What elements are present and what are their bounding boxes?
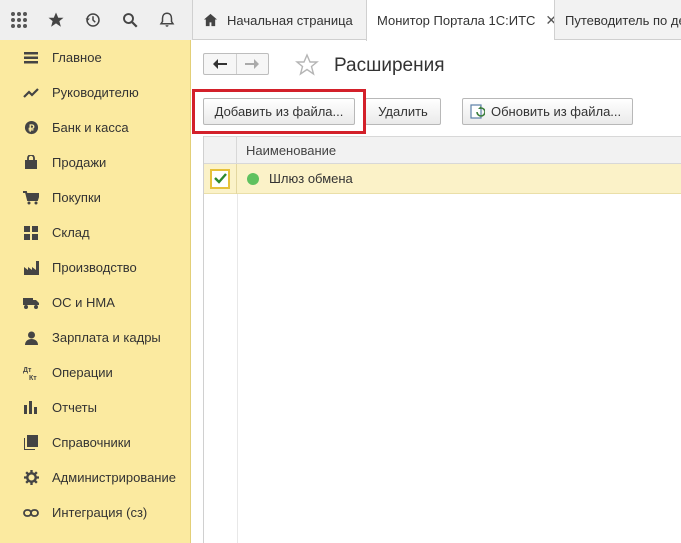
sidebar-item-label: Производство bbox=[52, 260, 137, 275]
svg-text:₽: ₽ bbox=[28, 123, 34, 133]
home-icon bbox=[203, 13, 218, 27]
tab-home[interactable]: Начальная страница bbox=[192, 0, 366, 40]
tab-label: Путеводитель по де bbox=[565, 12, 681, 28]
highlight-frame bbox=[192, 89, 366, 134]
bar-chart-icon bbox=[22, 399, 40, 417]
sidebar-item-manager[interactable]: Руководителю bbox=[0, 75, 190, 110]
truck-icon bbox=[22, 294, 40, 312]
column-divider bbox=[237, 194, 238, 543]
sidebar-item-purchases[interactable]: Покупки bbox=[0, 180, 190, 215]
star-icon[interactable] bbox=[37, 0, 74, 40]
row-name: Шлюз обмена bbox=[269, 171, 353, 186]
sidebar-item-label: Банк и касса bbox=[52, 120, 129, 135]
tab-label: Монитор Портала 1С:ИТС bbox=[377, 13, 536, 28]
grid-icon bbox=[22, 224, 40, 242]
favorite-star-icon[interactable] bbox=[295, 53, 319, 80]
bag-icon bbox=[22, 154, 40, 172]
page-title: Расширения bbox=[334, 55, 445, 76]
tab-guide[interactable]: Путеводитель по де bbox=[554, 0, 681, 40]
gear-icon bbox=[22, 469, 40, 487]
factory-icon bbox=[22, 259, 40, 277]
extensions-table: Наименование Шлюз обмена bbox=[203, 136, 681, 543]
delete-button[interactable]: Удалить bbox=[365, 98, 441, 125]
row-checkbox[interactable] bbox=[210, 168, 230, 189]
sidebar-item-main[interactable]: Главное bbox=[0, 40, 190, 75]
menu-lines-icon bbox=[22, 49, 40, 67]
person-icon bbox=[22, 329, 40, 347]
svg-text:Дт: Дт bbox=[23, 367, 32, 374]
sidebar-item-production[interactable]: Производство bbox=[0, 250, 190, 285]
sidebar-item-label: Справочники bbox=[52, 435, 131, 450]
sidebar-item-label: Интеграция (сз) bbox=[52, 505, 148, 520]
trend-icon bbox=[22, 84, 40, 102]
sidebar-item-bank[interactable]: ₽ Банк и касса bbox=[0, 110, 190, 145]
sidebar-item-label: Зарплата и кадры bbox=[52, 330, 161, 345]
books-icon bbox=[22, 434, 40, 452]
sidebar-item-label: Операции bbox=[52, 365, 113, 380]
update-from-file-button[interactable]: Обновить из файла... bbox=[462, 98, 633, 125]
sidebar-item-label: Отчеты bbox=[52, 400, 97, 415]
sidebar-item-administration[interactable]: Администрирование bbox=[0, 460, 190, 495]
top-bar: Начальная страница Монитор Портала 1С:ИТ… bbox=[0, 0, 681, 41]
svg-text:Кт: Кт bbox=[29, 375, 37, 381]
history-icon[interactable] bbox=[74, 0, 111, 40]
cart-icon bbox=[22, 189, 40, 207]
tab-portal-monitor[interactable]: Монитор Портала 1С:ИТС ✕ bbox=[366, 0, 554, 41]
apps-grid-icon[interactable] bbox=[0, 0, 37, 40]
status-active-icon bbox=[247, 172, 259, 185]
back-button[interactable] bbox=[204, 54, 236, 74]
bell-icon[interactable] bbox=[148, 0, 185, 40]
close-icon[interactable]: ✕ bbox=[545, 12, 554, 29]
tab-label: Начальная страница bbox=[227, 12, 353, 28]
main-content: Расширения Добавить из файла... Удалить … bbox=[191, 41, 681, 543]
column-header-name[interactable]: Наименование bbox=[237, 137, 336, 163]
sidebar-item-warehouse[interactable]: Склад bbox=[0, 215, 190, 250]
sidebar-item-operations[interactable]: Дт Кт Операции bbox=[0, 355, 190, 390]
table-header: Наименование bbox=[204, 136, 681, 164]
sidebar-item-reports[interactable]: Отчеты bbox=[0, 390, 190, 425]
search-icon[interactable] bbox=[111, 0, 148, 40]
sidebar-item-sales[interactable]: Продажи bbox=[0, 145, 190, 180]
sidebar-item-label: ОС и НМА bbox=[52, 295, 115, 310]
dt-kt-icon: Дт Кт bbox=[22, 364, 40, 382]
checkbox-cell bbox=[204, 163, 237, 194]
navigation-buttons bbox=[203, 53, 269, 75]
toolbar-icons bbox=[0, 0, 192, 40]
forward-button[interactable] bbox=[235, 54, 268, 74]
sidebar-item-label: Покупки bbox=[52, 190, 101, 205]
sidebar-item-directories[interactable]: Справочники bbox=[0, 425, 190, 460]
link-icon bbox=[22, 504, 40, 522]
sidebar-item-integration[interactable]: Интеграция (сз) bbox=[0, 495, 190, 530]
checkmark-icon bbox=[213, 173, 227, 184]
update-file-icon bbox=[469, 103, 491, 120]
sidebar-item-salary[interactable]: Зарплата и кадры bbox=[0, 320, 190, 355]
coin-icon: ₽ bbox=[22, 119, 40, 137]
arrow-left-icon bbox=[212, 59, 227, 69]
sidebar-item-label: Склад bbox=[52, 225, 90, 240]
arrow-right-icon bbox=[245, 59, 260, 69]
sidebar-item-label: Главное bbox=[52, 50, 102, 65]
sidebar-item-label: Руководителю bbox=[52, 85, 139, 100]
checkbox-column-header bbox=[204, 137, 237, 163]
sidebar-item-assets[interactable]: ОС и НМА bbox=[0, 285, 190, 320]
update-button-label: Обновить из файла... bbox=[491, 104, 622, 119]
sidebar: Главное Руководителю ₽ Банк и касса Прод… bbox=[0, 40, 191, 543]
sidebar-item-label: Администрирование bbox=[52, 470, 176, 485]
sidebar-item-label: Продажи bbox=[52, 155, 107, 170]
table-row[interactable]: Шлюз обмена bbox=[204, 163, 681, 194]
